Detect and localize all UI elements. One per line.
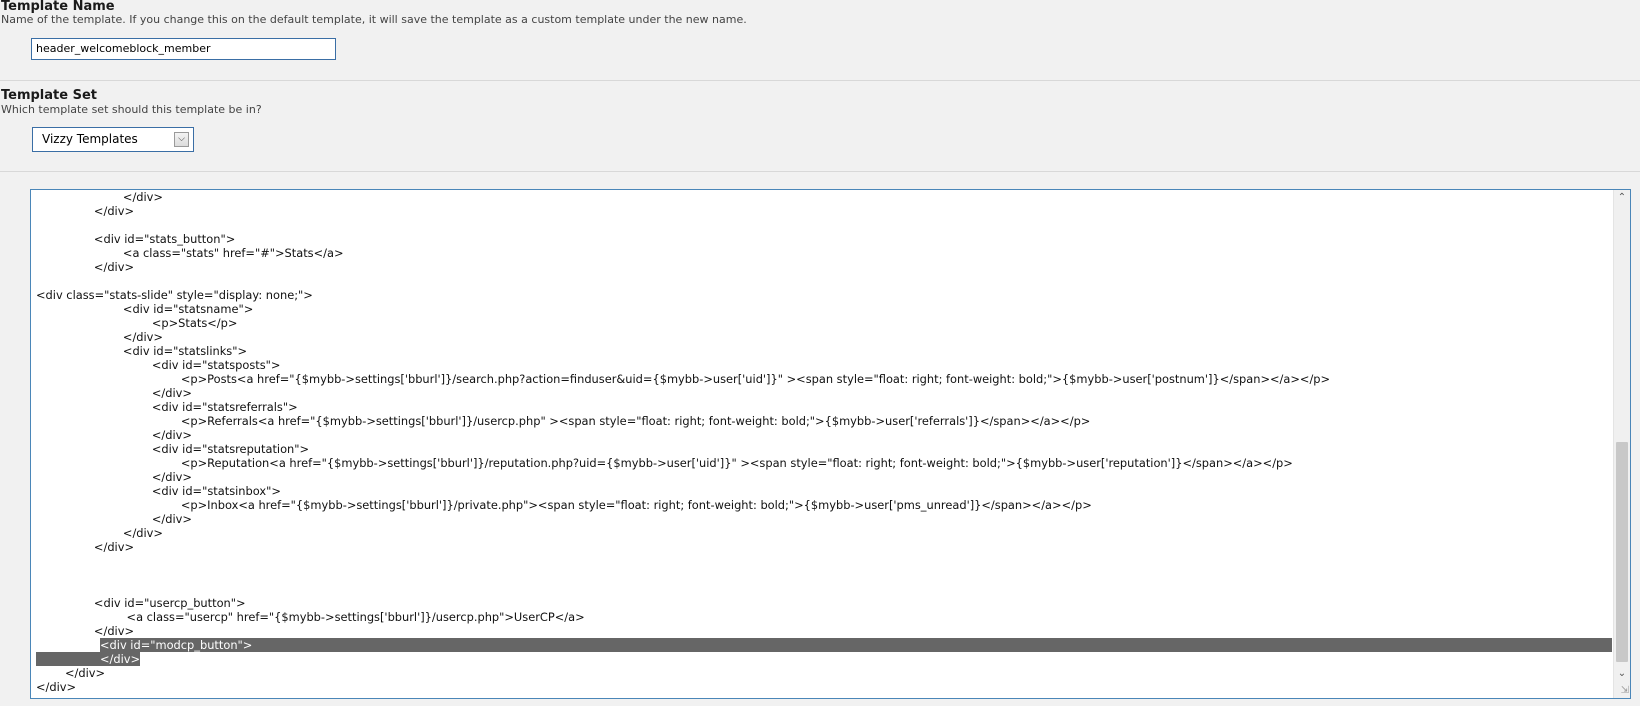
chevron-down-icon[interactable]: ⌵ — [174, 132, 189, 147]
code-line: <div id="statsreputation"> — [36, 442, 310, 456]
template-name-section: Template Name Name of the template. If y… — [0, 0, 1640, 81]
code-line: </div> — [36, 386, 192, 400]
code-line: <div id="statsreferrals"> — [36, 400, 298, 414]
code-line: </div> — [36, 204, 134, 218]
code-line: </div> — [36, 470, 192, 484]
code-line: </div> — [36, 680, 77, 694]
code-line: <p>Stats</p> — [36, 316, 238, 330]
code-line: <p>Referrals<a href="{$mybb->settings['b… — [36, 414, 1091, 428]
code-line: <div id="usercp_button"> — [36, 596, 246, 610]
code-line: </div> — [36, 260, 134, 274]
code-line: <p>Posts<a href="{$mybb->settings['bburl… — [36, 372, 1331, 386]
code-line: <div id="statsinbox"> — [36, 484, 281, 498]
template-name-description: Name of the template. If you change this… — [1, 13, 747, 26]
code-line-selected-end: </div> — [36, 652, 1612, 666]
code-line: </div> — [36, 330, 163, 344]
code-line: <div id="statsposts"> — [36, 358, 281, 372]
resize-grip-icon[interactable]: ⇲ — [1617, 685, 1629, 697]
template-set-section: Template Set Which template set should t… — [0, 81, 1640, 172]
code-line: </div> — [36, 428, 192, 442]
code-line: <div id="statsname"> — [36, 302, 254, 316]
code-line: </div> — [36, 624, 134, 638]
template-code-editor[interactable]: </div> </div> <div id="stats_button"> <a… — [30, 189, 1631, 699]
code-line-selected: <div id="modcp_button"> — [100, 638, 1612, 652]
selection-highlight: </div> — [36, 652, 141, 666]
code-line: <a class="stats" href="#">Stats</a> — [36, 246, 344, 260]
editor-scrollbar[interactable]: ⌃ ⌄ — [1613, 190, 1630, 698]
code-line: </div> — [36, 512, 192, 526]
template-name-title: Template Name — [1, 0, 115, 14]
code-line: <div class="stats-slide" style="display:… — [36, 288, 313, 302]
code-line: </div> — [36, 526, 163, 540]
code-line: <p>Reputation<a href="{$mybb->settings['… — [36, 456, 1293, 470]
code-line: <div id="stats_button"> — [36, 232, 236, 246]
code-line: </div> — [36, 540, 134, 554]
code-line: </div> — [36, 190, 163, 204]
template-set-selected-value: Vizzy Templates — [42, 132, 138, 146]
template-set-title: Template Set — [1, 88, 97, 103]
code-line: <p>Inbox<a href="{$mybb->settings['bburl… — [36, 498, 1092, 512]
code-line: </div> — [36, 666, 106, 680]
scroll-thumb[interactable] — [1616, 442, 1628, 662]
code-line: <a class="usercp" href="{$mybb->settings… — [36, 610, 585, 624]
template-name-input[interactable]: header_welcomeblock_member — [31, 38, 336, 60]
code-content[interactable]: </div> </div> <div id="stats_button"> <a… — [36, 190, 1612, 694]
template-set-select[interactable]: Vizzy Templates ⌵ — [32, 127, 194, 152]
code-line: <div id="statslinks"> — [36, 344, 248, 358]
scroll-up-arrow-icon[interactable]: ⌃ — [1614, 190, 1630, 206]
template-set-description: Which template set should this template … — [1, 103, 262, 116]
scroll-down-arrow-icon[interactable]: ⌄ — [1614, 666, 1630, 682]
